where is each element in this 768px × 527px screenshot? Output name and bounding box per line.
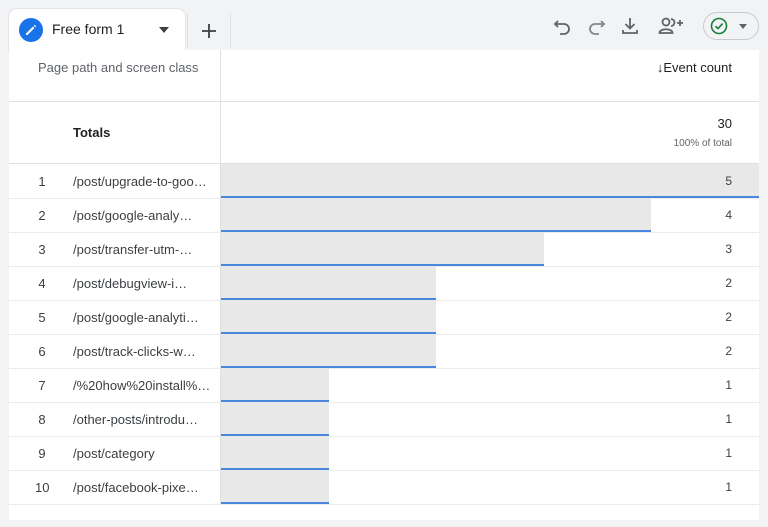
row-index: 4 [38,276,46,291]
row-divider [9,504,759,505]
page-path-cell[interactable]: /other-posts/introdu… [73,412,198,427]
totals-value: 30 [717,116,732,131]
event-count-cell: 1 [725,412,732,426]
dimension-header[interactable]: Page path and screen class [38,60,198,75]
page-path-cell[interactable]: /post/facebook-pixe… [73,480,199,495]
event-count-bar [221,470,329,504]
row-index: 9 [38,446,46,461]
row-index: 8 [38,412,46,427]
plus-icon [202,24,216,38]
download-button[interactable] [619,15,641,37]
event-count-cell: 3 [725,242,732,256]
row-index: 1 [38,174,46,189]
table-row[interactable]: 8/other-posts/introdu… 1 [9,402,759,437]
row-index: 3 [38,242,46,257]
event-count-bar [221,402,329,436]
chevron-down-icon[interactable] [159,27,169,33]
check-circle-icon [710,17,728,35]
event-count-header[interactable]: ↓Event count [657,60,732,75]
table-row[interactable]: 7 /%20how%20install%… 1 [9,368,759,403]
chevron-down-icon [739,24,747,29]
page-path-cell[interactable]: /post/transfer-utm-… [73,242,192,257]
event-count-cell: 2 [725,276,732,290]
event-count-cell: 1 [725,446,732,460]
table-row[interactable]: 6/post/track-clicks-w… 2 [9,334,759,369]
row-index: 6 [38,344,46,359]
table-row[interactable]: 3/post/transfer-utm-… 3 [9,232,759,267]
totals-label: Totals [73,125,111,140]
table-row[interactable]: 5/post/google-analyti… 2 [9,300,759,335]
event-count-bar [221,164,759,198]
header-divider [9,101,759,102]
share-user-icon [658,17,683,34]
add-tab-button[interactable] [187,13,231,47]
pencil-icon [19,18,43,42]
table-row[interactable]: 1/post/upgrade-to-goo… 5 [9,164,759,199]
row-index: 7 [38,378,46,393]
totals-percent: 100% of total [673,138,732,149]
event-count-bar [221,436,329,470]
row-index: 5 [38,310,46,325]
redo-icon [589,20,606,35]
report-table: Page path and screen class ↓Event count … [9,50,759,520]
row-index: 2 [38,208,46,223]
redo-button[interactable] [585,15,607,37]
tab-title: Free form 1 [52,21,125,37]
event-count-cell: 1 [725,378,732,392]
share-button[interactable] [657,15,685,37]
page-path-cell[interactable]: /post/google-analyti… [73,310,199,325]
event-count-cell: 4 [725,208,732,222]
event-count-cell: 2 [725,310,732,324]
event-count-cell: 2 [725,344,732,358]
event-count-bar [221,334,436,368]
tab-free-form-1[interactable]: Free form 1 [9,9,185,50]
status-menu-button[interactable] [703,12,759,40]
event-count-bar [221,300,436,334]
event-count-cell: 1 [725,480,732,494]
event-count-bar [221,368,329,402]
undo-button[interactable] [552,15,574,37]
event-count-bar [221,232,544,266]
table-row[interactable]: 2/post/google-analy… 4 [9,198,759,233]
download-icon [622,18,638,34]
event-count-bar [221,198,651,232]
page-path-cell[interactable]: /post/upgrade-to-goo… [73,174,207,189]
event-count-bar [221,266,436,300]
report-toolbar: Free form 1 [0,0,768,50]
page-path-cell[interactable]: /%20how%20install%… [73,378,210,393]
page-path-cell[interactable]: /post/track-clicks-w… [73,344,196,359]
event-count-cell: 5 [725,174,732,188]
table-row[interactable]: 10/post/facebook-pixe… 1 [9,470,759,505]
row-index: 10 [35,480,50,495]
page-path-cell[interactable]: /post/category [73,446,155,461]
table-row[interactable]: 9/post/category 1 [9,436,759,471]
undo-icon [553,20,570,35]
table-row[interactable]: 4/post/debugview-i… 2 [9,266,759,301]
page-path-cell[interactable]: /post/google-analy… [73,208,192,223]
page-path-cell[interactable]: /post/debugview-i… [73,276,187,291]
